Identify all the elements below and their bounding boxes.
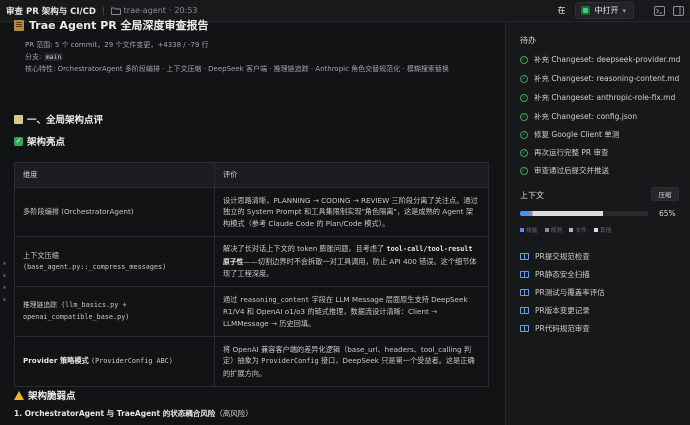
context-percent: 65% [659,209,676,218]
table-cell: 推理链追踪 (llm_basics.py + openai_compatible… [14,286,215,337]
table-cell: 设计思路清晰，PLANNING → CODING → REVIEW 三阶段分离了… [214,187,489,237]
table-row: 多阶段编排 (OrchestratorAgent) 设计思路清晰，PLANNIN… [14,187,489,237]
task-title: 审查 PR 架构与 CI/CD [6,6,96,17]
session-time: 20:53 [174,6,198,15]
section-heading: 一、全局架构点评 [14,112,103,126]
scroll-rail[interactable] [3,262,6,301]
compress-button[interactable]: 压缩 [651,187,679,201]
folder-name: trae-agent [123,6,166,15]
weakness-heading: 架构脆弱点 [14,388,76,402]
todo-item[interactable]: ✓ 补充 Changeset: reasoning-content.md [520,73,679,84]
table-row: Provider 策略模式 (ProviderConfig ABC) 将 Ope… [14,336,489,387]
warning-icon [14,390,24,400]
context-segment [520,211,529,216]
project-folder[interactable]: trae-agent · 20:53 [110,6,198,15]
skill-item[interactable]: PR测试与覆盖率评估 [520,287,605,298]
context-title: 上下文 [520,191,544,200]
todo-item[interactable]: ✓ 再次运行完整 PR 审查 [520,147,609,158]
open-in-button[interactable]: 中打开 ▾ [575,2,634,19]
table-cell: 解决了长对话上下文的 token 膨胀问题，且考虑了 tool-call/too… [214,236,489,287]
legend-label: 规则 [550,228,563,234]
risk-item: 1. OrchestratorAgent 与 TraeAgent 的状态耦合风险… [14,409,253,418]
check-mark-icon: ✓ [14,136,23,146]
legend-swatch [569,227,574,232]
legend-swatch [544,227,549,232]
skill-item[interactable]: PR代码规范审查 [520,323,590,334]
table-row: 上下文压缩 (base_agent.py::_compress_messages)… [14,236,489,287]
context-usage-bar [520,211,648,216]
table-cell: Provider 策略模式 (ProviderConfig ABC) [14,336,215,387]
chevron-down-icon: ▾ [622,6,626,15]
legend-item: 规则 [544,225,563,234]
toggle-panel-icon[interactable] [673,5,684,16]
legend-label: 文件 [575,228,587,234]
context-legend: 技能 规则 文件 其他 [520,225,611,234]
todo-item[interactable]: ✓ 补充 Changeset: deepseek-provider.md [520,54,680,65]
right-sidebar: 待办 ✓ 补充 Changeset: deepseek-provider.md ✓… [505,22,690,425]
check-circle-icon: ✓ [520,148,528,157]
table-row: 推理链追踪 (llm_basics.py + openai_compatible… [14,286,489,337]
check-circle-icon: ✓ [520,130,528,139]
skill-item[interactable]: PR静态安全扫描 [520,269,590,280]
col-dimension: 维度 [14,162,215,188]
table-cell: 多阶段编排 (OrchestratorAgent) [14,187,215,237]
book-icon [520,253,529,260]
book-icon [520,307,529,314]
check-circle-icon: ✓ [520,74,528,83]
skill-item[interactable]: PR版本变更记录 [520,305,590,316]
architecture-table: 维度 评价 多阶段编排 (OrchestratorAgent) 设计思路清晰，P… [14,162,489,387]
editor-app-icon [581,6,591,15]
highlights-heading: ✓ 架构亮点 [14,136,66,148]
legend-item: 技能 [520,225,538,234]
branch-code: main [43,53,64,61]
todo-item[interactable]: ✓ 补充 Changeset: anthropic-role-fix.md [520,92,675,103]
legend-label: 其他 [599,228,612,234]
check-circle-icon: ✓ [520,112,528,121]
book-icon [520,289,529,296]
check-circle-icon: ✓ [520,166,528,175]
check-circle-icon: ✓ [520,93,528,102]
open-in-button-label: 中打开 [594,6,619,15]
report-title: Trae Agent PR 全局深度审查报告 [14,17,209,33]
table-cell: 通过 reasoning_content 字段在 LLM Message 层面原… [214,286,489,337]
todo-item[interactable]: ✓ 修复 Google Client 单测 [520,129,619,140]
table-header-row: 维度 评价 [14,162,489,188]
core-features: 核心特性: OrchestratorAgent 多阶段编排 · 上下文压缩 · … [25,65,449,73]
context-segment [532,211,604,216]
pr-scope: PR 范围: 5 个 commit，29 个文件变更，+4338 / -79 行 [25,41,209,49]
book-icon [520,325,529,332]
legend-label: 技能 [526,228,538,234]
branch-line: 分支: main [25,53,64,61]
legend-item: 其他 [593,225,612,234]
legend-swatch [520,227,524,232]
table-cell: 上下文压缩 (base_agent.py::_compress_messages) [14,236,215,287]
todo-title: 待办 [520,36,536,45]
terminal-icon[interactable] [654,5,665,16]
todo-item[interactable]: ✓ 补充 Changeset: config.json [520,111,637,122]
memo-icon [14,114,23,124]
skill-item[interactable]: PR提交规范检查 [520,251,590,262]
check-circle-icon: ✓ [520,55,528,64]
report-meta: PR 范围: 5 个 commit，29 个文件变更，+4338 / -79 行… [25,39,449,75]
folder-icon [110,7,121,15]
open-in-label: 在 [557,6,566,15]
legend-swatch [593,227,598,232]
scroll-document-icon [14,19,24,31]
col-evaluation: 评价 [214,162,489,188]
legend-item: 文件 [569,225,587,234]
todo-item[interactable]: ✓ 审查通过后提交并推送 [520,165,609,176]
book-icon [520,271,529,278]
table-cell: 将 OpenAI 兼容客户端的差异化逻辑（base_url、headers、to… [214,336,489,387]
